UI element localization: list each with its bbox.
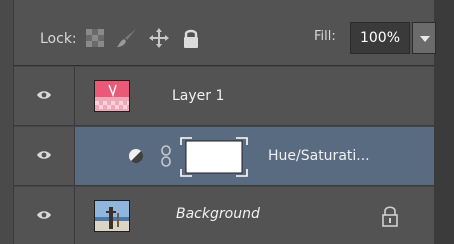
eye-icon: [37, 91, 51, 99]
layer-name: Layer 1: [172, 88, 225, 104]
lock-image-pixels-icon[interactable]: [116, 27, 138, 49]
layers-panel: Lock: Fill: 100% Layer 1 Hue/Saturati...…: [0, 0, 454, 244]
lock-transparent-pixels-icon[interactable]: [84, 27, 106, 49]
layer-name: Background: [176, 206, 260, 222]
link-chain-icon[interactable]: [160, 145, 172, 167]
visibility-toggle[interactable]: [14, 187, 75, 244]
panel-scrollbar[interactable]: [434, 0, 454, 244]
lock-icon: [382, 206, 398, 227]
lock-all-icon[interactable]: [180, 27, 202, 49]
visibility-toggle[interactable]: [14, 127, 75, 185]
layer-thumbnail: [94, 80, 130, 112]
lock-label: Lock:: [40, 31, 77, 47]
fill-label: Fill:: [314, 29, 336, 44]
layers-toolbar: Lock: Fill: 100%: [14, 0, 436, 66]
fill-dropdown-button[interactable]: [412, 22, 436, 54]
layer-thumbnail: [94, 200, 130, 232]
eye-icon: [37, 211, 51, 219]
panel-left-gutter: [0, 0, 14, 244]
layer-row-hue-saturation[interactable]: Hue/Saturati...: [14, 127, 434, 186]
visibility-toggle[interactable]: [14, 67, 75, 125]
layer-row-layer-1[interactable]: Layer 1: [14, 67, 434, 126]
adjustment-layer-icon: [129, 149, 144, 164]
layer-mask-thumbnail[interactable]: [180, 137, 248, 177]
layer-row-background[interactable]: Background: [14, 187, 434, 244]
eye-icon: [37, 151, 51, 159]
layer-name: Hue/Saturati...: [268, 148, 370, 164]
fill-input[interactable]: 100%: [350, 22, 410, 54]
lock-position-icon[interactable]: [148, 27, 170, 49]
